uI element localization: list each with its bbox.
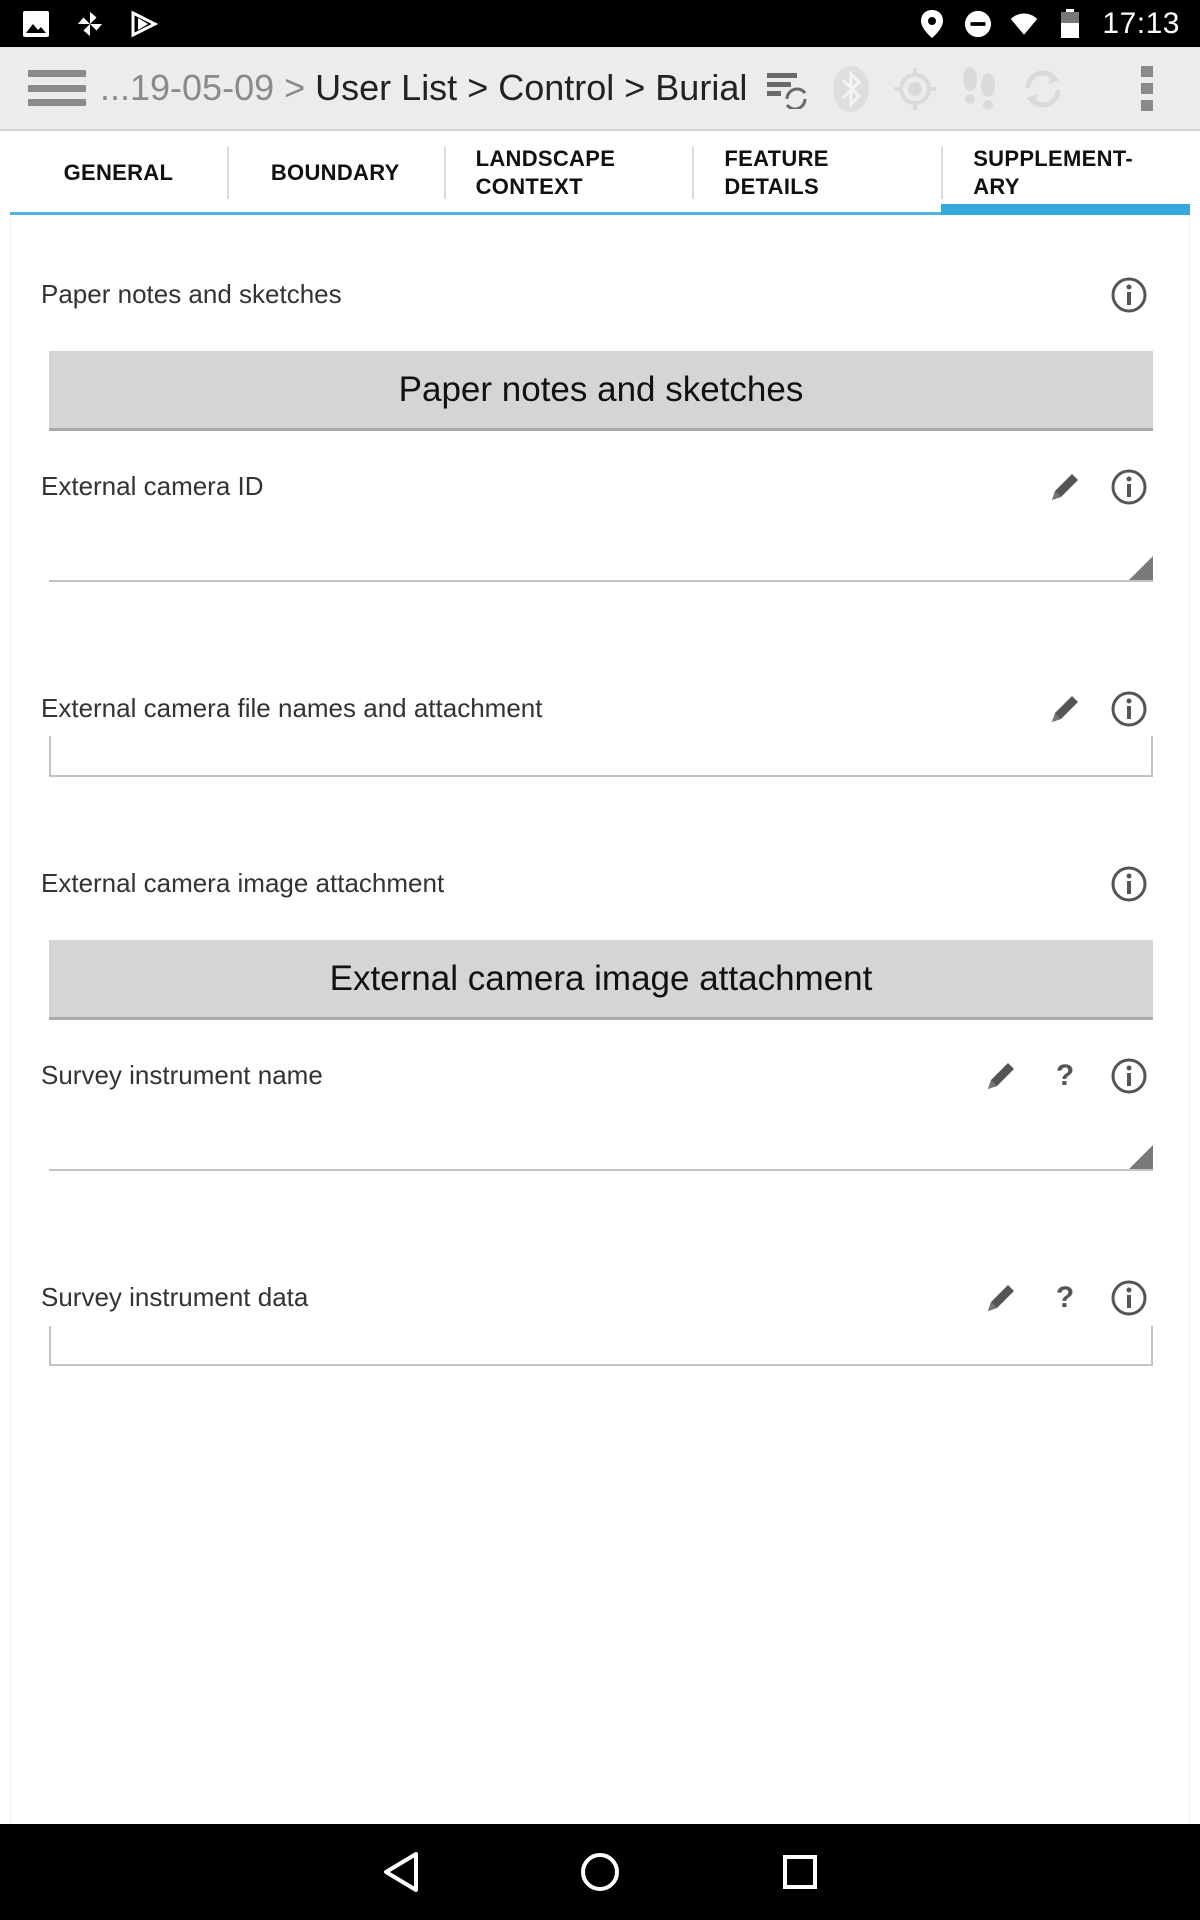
pencil-icon[interactable] xyxy=(979,1276,1023,1320)
instrument-name-field[interactable] xyxy=(49,1104,1153,1171)
camera-id-label: External camera ID xyxy=(41,471,264,501)
play-store-icon xyxy=(130,10,158,38)
pencil-icon[interactable] xyxy=(1043,465,1087,509)
info-icon[interactable] xyxy=(1107,862,1151,906)
tab-label: BOUNDARY xyxy=(270,159,400,185)
navigation-bar xyxy=(0,1824,1200,1920)
pencil-icon[interactable] xyxy=(1043,687,1087,731)
clock-time: 17:13 xyxy=(1102,6,1180,40)
back-icon[interactable] xyxy=(370,1842,430,1902)
tab-feature-details[interactable]: FEATURE DETAILS xyxy=(692,133,942,215)
instrument-name-label: Survey instrument name xyxy=(41,1060,323,1090)
tab-landscape-context[interactable]: LANDSCAPE CONTEXT xyxy=(443,133,693,215)
paper-notes-label: Paper notes and sketches xyxy=(41,279,342,309)
info-icon[interactable] xyxy=(1107,1054,1151,1098)
info-icon[interactable] xyxy=(1107,465,1151,509)
resize-handle-icon[interactable] xyxy=(1129,556,1153,580)
tab-label: GENERAL xyxy=(63,159,174,185)
home-icon[interactable] xyxy=(570,1842,630,1902)
breadcrumb[interactable]: ...19-05-09 > User List > Control > Buri… xyxy=(100,67,747,109)
bluetooth-icon[interactable] xyxy=(819,57,883,121)
do-not-disturb-icon xyxy=(964,10,992,38)
form-content: Paper notes and sketches Paper notes and… xyxy=(10,215,1190,1823)
camera-image-button[interactable]: External camera image attachment xyxy=(49,940,1153,1020)
tab-label-line2: DETAILS xyxy=(724,173,819,199)
camera-files-field[interactable] xyxy=(49,736,1153,777)
breadcrumb-current: User List > Control > Burial xyxy=(315,67,748,108)
tab-bar: GENERAL BOUNDARY LANDSCAPE CONTEXT FEATU… xyxy=(10,133,1190,215)
resize-handle-icon[interactable] xyxy=(1129,1145,1153,1169)
instrument-data-field[interactable] xyxy=(49,1326,1153,1366)
tab-label-line2: ARY xyxy=(973,173,1020,199)
tab-general[interactable]: GENERAL xyxy=(10,133,227,215)
sync-list-icon[interactable] xyxy=(755,57,819,121)
action-bar: ...19-05-09 > User List > Control > Buri… xyxy=(0,47,1200,131)
tab-label-line1: LANDSCAPE xyxy=(475,145,616,171)
overflow-menu-icon[interactable] xyxy=(1115,57,1179,121)
instrument-data-label: Survey instrument data xyxy=(41,1282,309,1312)
info-icon[interactable] xyxy=(1107,273,1151,317)
tab-boundary[interactable]: BOUNDARY xyxy=(226,133,444,215)
battery-icon xyxy=(1056,8,1084,38)
tab-label-line1: SUPPLEMENT- xyxy=(973,145,1133,171)
gps-icon[interactable] xyxy=(883,57,947,121)
paper-notes-button[interactable]: Paper notes and sketches xyxy=(49,351,1153,431)
question-icon[interactable]: ? xyxy=(1043,1276,1087,1320)
info-icon[interactable] xyxy=(1107,1276,1151,1320)
breadcrumb-prefix[interactable]: ...19-05-09 > xyxy=(100,67,305,108)
recents-icon[interactable] xyxy=(770,1842,830,1902)
camera-image-label: External camera image attachment xyxy=(41,868,445,898)
question-icon[interactable]: ? xyxy=(1043,1054,1087,1098)
info-icon[interactable] xyxy=(1107,687,1151,731)
location-icon xyxy=(918,9,946,38)
pinwheel-icon xyxy=(76,10,104,38)
camera-id-field[interactable] xyxy=(49,515,1153,582)
drawer-menu-icon[interactable] xyxy=(28,64,86,112)
tab-label-line1: FEATURE xyxy=(724,145,829,171)
pencil-icon[interactable] xyxy=(979,1054,1023,1098)
wifi-icon xyxy=(1010,10,1038,38)
footsteps-icon[interactable] xyxy=(947,57,1011,121)
refresh-icon[interactable] xyxy=(1011,57,1075,121)
status-bar: 17:13 xyxy=(0,0,1200,47)
image-icon xyxy=(22,10,50,38)
camera-files-label: External camera file names and attachmen… xyxy=(41,693,543,723)
tab-label-line2: CONTEXT xyxy=(475,173,583,199)
tab-supplementary[interactable]: SUPPLEMENT- ARY xyxy=(941,133,1190,215)
